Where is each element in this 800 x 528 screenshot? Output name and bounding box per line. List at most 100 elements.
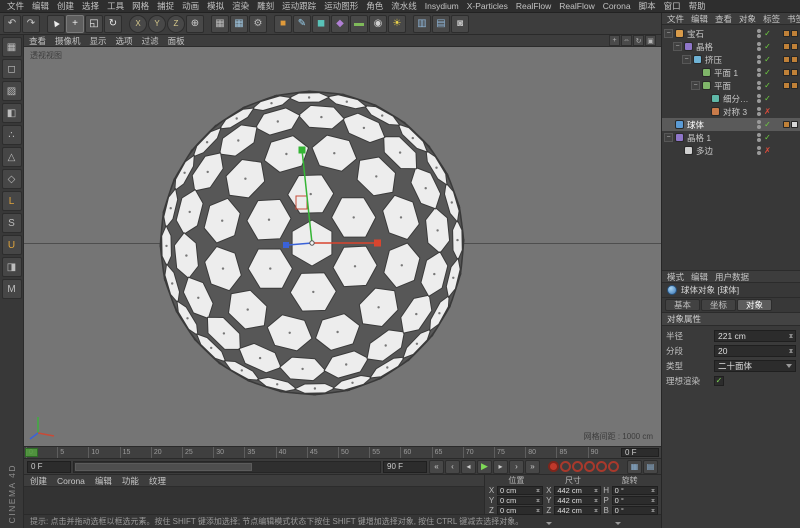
x-axis-lock-icon[interactable]: X	[129, 15, 147, 33]
size-field[interactable]: 442 cm	[554, 506, 600, 515]
object-menu-item[interactable]: 书签	[787, 13, 800, 25]
viewport-menu-item[interactable]: 面板	[168, 35, 185, 47]
menu-item[interactable]: RealFlow	[512, 1, 555, 11]
toolbar-icon[interactable]	[268, 15, 273, 33]
material-menu-item[interactable]: Corona	[57, 476, 85, 486]
rotation-field[interactable]: 0 °	[612, 486, 658, 495]
object-menu-item[interactable]: 标签	[763, 13, 780, 25]
coordinate-system-icon[interactable]: ⊕	[186, 15, 204, 33]
menu-item[interactable]: 渲染	[228, 0, 253, 12]
expander-icon[interactable]	[691, 68, 700, 77]
visibility-dots[interactable]	[757, 29, 761, 38]
toolbar-icon[interactable]	[205, 15, 210, 33]
menu-item[interactable]: X-Particles	[463, 1, 512, 11]
expander-icon[interactable]: −	[682, 55, 691, 64]
object-row[interactable]: − 晶格 ✓	[662, 40, 800, 53]
menu-item[interactable]: 编辑	[28, 0, 53, 12]
object-properties-header[interactable]: 对象属性	[662, 313, 800, 326]
polygons-mode-icon[interactable]: ◇	[2, 169, 22, 189]
timeline-end-field[interactable]: 90 F	[383, 461, 427, 473]
visibility-dots[interactable]	[757, 146, 761, 155]
tag-icons[interactable]	[772, 82, 798, 89]
enable-toggle-icon[interactable]: ✓	[763, 29, 772, 38]
menu-item[interactable]: 角色	[362, 0, 387, 12]
previous-frame-button[interactable]: ◂	[461, 460, 476, 474]
position-field[interactable]: 0 cm	[497, 506, 543, 515]
render-view-icon[interactable]: ▦	[211, 15, 229, 33]
menu-item[interactable]: 流水线	[387, 0, 421, 12]
enable-toggle-icon[interactable]: ✓	[763, 120, 772, 129]
expander-icon[interactable]: −	[664, 133, 673, 142]
material-menu-item[interactable]: 编辑	[95, 475, 112, 487]
enable-toggle-icon[interactable]: ✓	[763, 94, 772, 103]
enable-toggle-icon[interactable]: ✗	[763, 146, 772, 155]
render-picture-icon[interactable]: ▦	[230, 15, 248, 33]
attribute-menu-item[interactable]: 用户数据	[715, 271, 749, 283]
object-row[interactable]: − 晶格 1 ✓	[662, 131, 800, 144]
object-menu-item[interactable]: 对象	[739, 13, 756, 25]
visibility-dots[interactable]	[757, 107, 761, 116]
make-editable-icon[interactable]: ▦	[2, 37, 22, 57]
y-axis-lock-icon[interactable]: Y	[148, 15, 166, 33]
viewport-solo-icon[interactable]: S	[2, 213, 22, 233]
menu-item[interactable]: 脚本	[635, 0, 660, 12]
rotation-field[interactable]: 0 °	[612, 506, 658, 515]
object-row[interactable]: − 宝石 ✓	[662, 27, 800, 40]
enable-toggle-icon[interactable]: ✓	[763, 81, 772, 90]
current-frame-field[interactable]: 0 F	[621, 448, 659, 457]
menu-item[interactable]: 帮助	[685, 0, 710, 12]
type-select[interactable]: 二十面体	[714, 360, 796, 372]
viewport-menu-item[interactable]: 选项	[116, 35, 133, 47]
expander-icon[interactable]: −	[691, 81, 700, 90]
object-menu-item[interactable]: 查看	[715, 13, 732, 25]
viewport-menu-item[interactable]: 显示	[90, 35, 107, 47]
timeline-playhead[interactable]	[25, 448, 38, 457]
menu-item[interactable]: 模拟	[203, 0, 228, 12]
viewport-canvas[interactable]: 透视视图 网格间距 : 1000 cm	[24, 47, 661, 447]
quantize-icon[interactable]: M	[2, 279, 22, 299]
environment-icon[interactable]: ▬	[350, 15, 368, 33]
tag-icon[interactable]	[783, 30, 790, 37]
menu-item[interactable]: Insydium	[421, 1, 463, 11]
tag-icon[interactable]	[783, 121, 790, 128]
viewport-layout-icon[interactable]: ▥	[413, 15, 431, 33]
tag-icon[interactable]	[791, 43, 798, 50]
expander-icon[interactable]	[700, 107, 709, 116]
points-mode-icon[interactable]: ∴	[2, 125, 22, 145]
menu-item[interactable]: 运动图形	[320, 0, 362, 12]
rotation-field[interactable]: 0 °	[612, 496, 658, 505]
object-row[interactable]: 细分曲面 ✓	[662, 92, 800, 105]
timeline-scrollbar-handle[interactable]	[75, 463, 252, 471]
go-to-end-button[interactable]: »	[525, 460, 540, 474]
object-menu-item[interactable]: 文件	[667, 13, 684, 25]
visibility-dots[interactable]	[757, 94, 761, 103]
position-field[interactable]: 0 cm	[497, 496, 543, 505]
record-scale-button[interactable]	[584, 461, 595, 472]
render-settings-icon[interactable]: ⚙	[249, 15, 267, 33]
visibility-dots[interactable]	[757, 120, 761, 129]
visibility-dots[interactable]	[757, 55, 761, 64]
enable-toggle-icon[interactable]: ✓	[763, 133, 772, 142]
tag-icon[interactable]	[791, 82, 798, 89]
size-field[interactable]: 442 cm	[554, 496, 600, 505]
deformer-icon[interactable]: ◆	[331, 15, 349, 33]
menu-item[interactable]: Corona	[599, 1, 635, 11]
z-axis-lock-icon[interactable]: Z	[167, 15, 185, 33]
scale-tool-icon[interactable]: ◱	[85, 15, 103, 33]
tag-icon[interactable]	[783, 69, 790, 76]
tag-icons[interactable]	[772, 56, 798, 63]
autokeying-button[interactable]	[560, 461, 571, 472]
object-menu-item[interactable]: 编辑	[691, 13, 708, 25]
menu-item[interactable]: 捕捉	[153, 0, 178, 12]
timeline-ruler[interactable]: 051015202530354045505560657075808590 0 F	[24, 447, 661, 459]
tag-icon[interactable]	[791, 56, 798, 63]
visibility-dots[interactable]	[757, 133, 761, 142]
object-row[interactable]: 对称 3 ✗	[662, 105, 800, 118]
spline-pen-icon[interactable]: ✎	[293, 15, 311, 33]
move-tool-icon[interactable]: +	[66, 15, 84, 33]
play-button[interactable]: ▶	[477, 460, 492, 474]
object-row[interactable]: 平面 1 ✓	[662, 66, 800, 79]
film-camera-icon[interactable]: ◙	[451, 15, 469, 33]
expander-icon[interactable]: −	[673, 42, 682, 51]
tag-icon[interactable]	[783, 82, 790, 89]
